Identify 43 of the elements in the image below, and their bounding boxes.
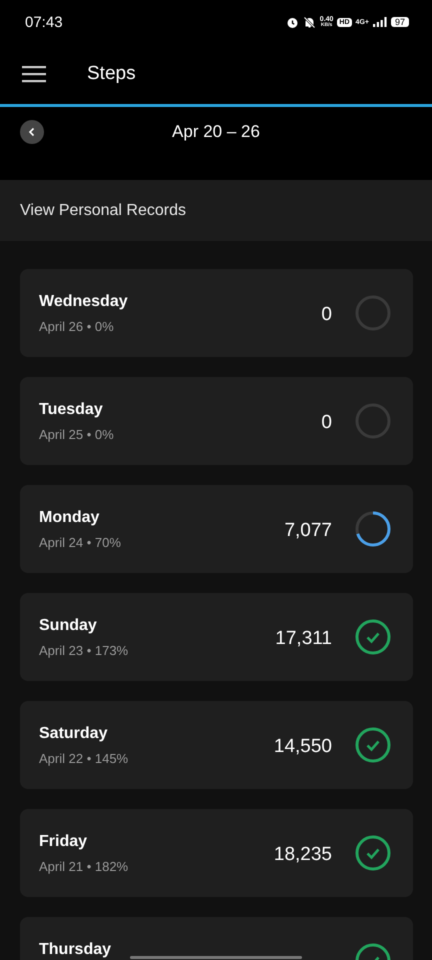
battery-indicator: 97 — [390, 17, 409, 27]
day-name: Wednesday — [39, 293, 128, 311]
previous-week-button[interactable] — [20, 120, 44, 144]
day-detail: April 23 • 173% — [39, 643, 128, 658]
day-card[interactable]: Friday April 21 • 182% 18,235 — [20, 809, 413, 897]
day-detail: April 24 • 70% — [39, 535, 121, 550]
personal-records-link[interactable]: View Personal Records — [0, 180, 432, 241]
progress-ring-icon — [354, 294, 392, 332]
day-name: Thursday — [39, 941, 112, 959]
day-detail: April 26 • 0% — [39, 319, 114, 334]
step-count: 14,550 — [274, 736, 332, 758]
muted-bell-icon — [302, 16, 316, 28]
day-name: Friday — [39, 833, 88, 851]
progress-ring-icon — [354, 510, 392, 548]
step-count: 17,311 — [275, 628, 332, 650]
clock-time: 07:43 — [25, 14, 63, 30]
goal-check-icon — [354, 618, 392, 656]
day-detail: April 25 • 0% — [39, 427, 114, 442]
alarm-icon — [286, 16, 299, 28]
step-count: 18,235 — [274, 844, 332, 866]
step-count: 0 — [321, 412, 332, 434]
day-card[interactable]: Tuesday April 25 • 0% 0 — [20, 377, 413, 465]
day-card[interactable]: Wednesday April 26 • 0% 0 — [20, 269, 413, 357]
day-detail: April 21 • 182% — [39, 859, 128, 874]
day-name: Sunday — [39, 617, 97, 635]
page-title: Steps — [87, 63, 136, 85]
day-detail: April 22 • 145% — [39, 751, 128, 766]
signal-icon — [372, 17, 387, 27]
menu-icon[interactable] — [22, 65, 46, 83]
day-name: Monday — [39, 509, 100, 527]
step-count: 7,077 — [284, 520, 332, 542]
step-count: 0 — [321, 304, 332, 326]
day-card[interactable]: Monday April 24 • 70% 7,077 — [20, 485, 413, 573]
progress-ring-icon — [354, 402, 392, 440]
day-card[interactable]: Saturday April 22 • 145% 14,550 — [20, 701, 413, 789]
goal-check-icon — [354, 726, 392, 764]
goal-check-icon — [354, 834, 392, 872]
day-name: Saturday — [39, 725, 108, 743]
day-name: Tuesday — [39, 401, 103, 419]
day-card[interactable]: Sunday April 23 • 173% 17,311 — [20, 593, 413, 681]
day-card[interactable]: Thursday — [20, 917, 413, 960]
week-range: Apr 20 – 26 — [171, 122, 261, 142]
chevron-left-icon — [27, 127, 37, 137]
